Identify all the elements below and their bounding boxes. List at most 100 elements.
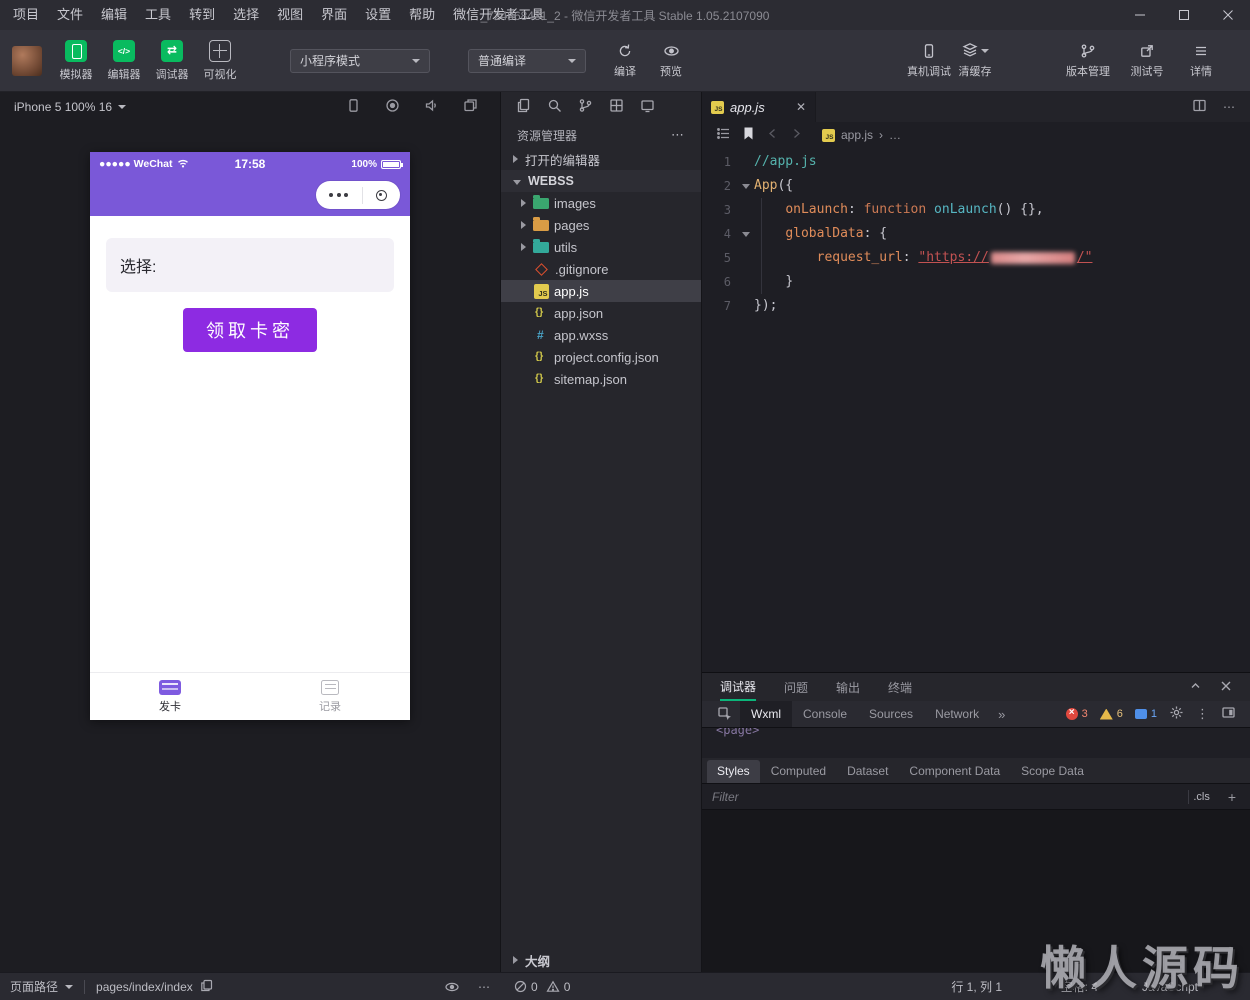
navigate-forward-icon[interactable] <box>790 127 803 143</box>
outline-list-icon[interactable] <box>716 126 731 144</box>
more-dots-icon[interactable] <box>329 193 348 197</box>
tab-terminal[interactable]: 终端 <box>888 673 912 701</box>
more-options-icon[interactable]: ⋯ <box>1223 100 1236 114</box>
fold-toggle[interactable] <box>738 222 754 246</box>
project-root[interactable]: WEBSS <box>501 170 701 192</box>
file-app-json[interactable]: app.json <box>501 302 701 324</box>
file-app-js[interactable]: app.js <box>501 280 701 302</box>
close-circle-icon[interactable] <box>376 190 387 201</box>
outline-section[interactable]: 大纲 <box>501 948 701 972</box>
indentation-setting[interactable]: 空格: 4 <box>1061 978 1098 995</box>
menu-interface[interactable]: 界面 <box>312 0 356 30</box>
search-icon[interactable] <box>547 98 562 116</box>
speaker-icon[interactable] <box>424 98 439 116</box>
more-options-icon[interactable]: ⋯ <box>671 127 685 143</box>
close-button[interactable] <box>1206 0 1250 30</box>
filter-input[interactable] <box>712 790 1178 804</box>
menu-file[interactable]: 文件 <box>48 0 92 30</box>
tab-card-issue[interactable]: 发卡 <box>90 673 250 720</box>
device-selector[interactable]: iPhone 5 100% 16 <box>14 100 112 114</box>
version-manage-button[interactable]: 版本管理 <box>1060 42 1116 79</box>
phone-simulator[interactable]: ●●●●● WeChat 17:58 100% <box>90 152 410 720</box>
menu-help[interactable]: 帮助 <box>400 0 444 30</box>
panel-tab-styles[interactable]: Styles <box>707 760 760 783</box>
simulator-toggle-button[interactable]: 模拟器 <box>52 40 100 82</box>
breadcrumb[interactable]: app.js › … <box>822 128 901 142</box>
tabs-overflow-button[interactable]: » <box>990 701 1013 727</box>
navigate-back-icon[interactable] <box>766 127 779 143</box>
page-path-selector[interactable]: 页面路径 <box>10 978 58 995</box>
compile-button[interactable]: 编译 <box>602 42 648 79</box>
file-sitemap[interactable]: sitemap.json <box>501 368 701 390</box>
close-panel-icon[interactable] <box>1220 680 1232 695</box>
error-count-badge[interactable]: 3 <box>1066 708 1088 720</box>
multi-window-icon[interactable] <box>463 98 478 116</box>
minimize-button[interactable] <box>1118 0 1162 30</box>
devtools-tab-wxml[interactable]: Wxml <box>740 701 792 727</box>
devtools-tab-sources[interactable]: Sources <box>858 701 924 727</box>
code-editor[interactable]: 1 //app.js 2 App({ 3 onLaunch: function … <box>702 148 1250 672</box>
claim-card-button[interactable]: 领取卡密 <box>183 308 317 352</box>
test-account-button[interactable]: 测试号 <box>1124 42 1170 79</box>
menu-view[interactable]: 视图 <box>268 0 312 30</box>
devtools-tab-network[interactable]: Network <box>924 701 990 727</box>
more-options-icon[interactable]: ⋮ <box>1196 706 1209 722</box>
devtools-tab-console[interactable]: Console <box>792 701 858 727</box>
tab-problems[interactable]: 问题 <box>784 673 808 701</box>
language-mode[interactable]: JavaScript <box>1142 980 1198 994</box>
copy-icon[interactable] <box>200 979 213 995</box>
cursor-position[interactable]: 行 1, 列 1 <box>951 978 1002 995</box>
device-preview-icon[interactable] <box>640 98 655 116</box>
device-debug-button[interactable]: 真机调试 <box>906 42 952 79</box>
git-branch-icon[interactable] <box>578 98 593 116</box>
problems-status[interactable]: 0 0 <box>514 980 570 994</box>
split-editor-icon[interactable] <box>1192 98 1207 116</box>
fold-toggle[interactable] <box>738 174 754 198</box>
panel-tab-component-data[interactable]: Component Data <box>899 760 1010 783</box>
editor-tab-app-js[interactable]: app.js ✕ <box>702 92 816 122</box>
menu-goto[interactable]: 转到 <box>180 0 224 30</box>
close-tab-icon[interactable]: ✕ <box>796 100 806 114</box>
tab-output[interactable]: 输出 <box>836 673 860 701</box>
settings-gear-icon[interactable] <box>1169 705 1184 723</box>
tab-debugger[interactable]: 调试器 <box>720 673 756 701</box>
visualizer-toggle-button[interactable]: 可视化 <box>196 40 244 82</box>
add-style-button[interactable]: + <box>1224 789 1240 805</box>
eye-icon[interactable] <box>444 980 460 994</box>
menu-settings[interactable]: 设置 <box>356 0 400 30</box>
details-button[interactable]: 详情 <box>1178 42 1224 79</box>
miniapp-capsule[interactable] <box>316 181 400 209</box>
dock-side-icon[interactable] <box>1221 705 1236 723</box>
folder-images[interactable]: images <box>501 192 701 214</box>
wxml-tree[interactable]: <page> <box>702 728 1250 758</box>
file-gitignore[interactable]: .gitignore <box>501 258 701 280</box>
more-options-icon[interactable]: ⋯ <box>478 980 491 994</box>
file-project-config[interactable]: project.config.json <box>501 346 701 368</box>
collapse-panel-icon[interactable] <box>1189 679 1202 695</box>
preview-button[interactable]: 预览 <box>648 42 694 79</box>
layout-grid-icon[interactable] <box>609 98 624 116</box>
panel-tab-scope-data[interactable]: Scope Data <box>1011 760 1094 783</box>
picker-field[interactable]: 选择: <box>106 238 394 292</box>
editor-toggle-button[interactable]: 编辑器 <box>100 40 148 82</box>
panel-tab-computed[interactable]: Computed <box>761 760 836 783</box>
menu-project[interactable]: 项目 <box>4 0 48 30</box>
message-count-badge[interactable]: 1 <box>1135 708 1157 720</box>
menu-tools[interactable]: 工具 <box>136 0 180 30</box>
folder-utils[interactable]: utils <box>501 236 701 258</box>
user-avatar[interactable] <box>12 46 42 76</box>
compile-mode-select[interactable]: 普通编译 <box>468 49 586 73</box>
warning-count-badge[interactable]: 6 <box>1100 708 1123 720</box>
bookmark-icon[interactable] <box>742 126 755 144</box>
record-icon[interactable] <box>385 98 400 116</box>
inspect-element-icon[interactable] <box>710 701 740 727</box>
folder-pages[interactable]: pages <box>501 214 701 236</box>
menu-select[interactable]: 选择 <box>224 0 268 30</box>
file-app-wxss[interactable]: app.wxss <box>501 324 701 346</box>
clear-cache-button[interactable]: 清缓存 <box>952 42 998 79</box>
menu-edit[interactable]: 编辑 <box>92 0 136 30</box>
open-editors-section[interactable]: 打开的编辑器 <box>501 148 701 170</box>
debugger-toggle-button[interactable]: 调试器 <box>148 40 196 82</box>
panel-tab-dataset[interactable]: Dataset <box>837 760 898 783</box>
maximize-button[interactable] <box>1162 0 1206 30</box>
